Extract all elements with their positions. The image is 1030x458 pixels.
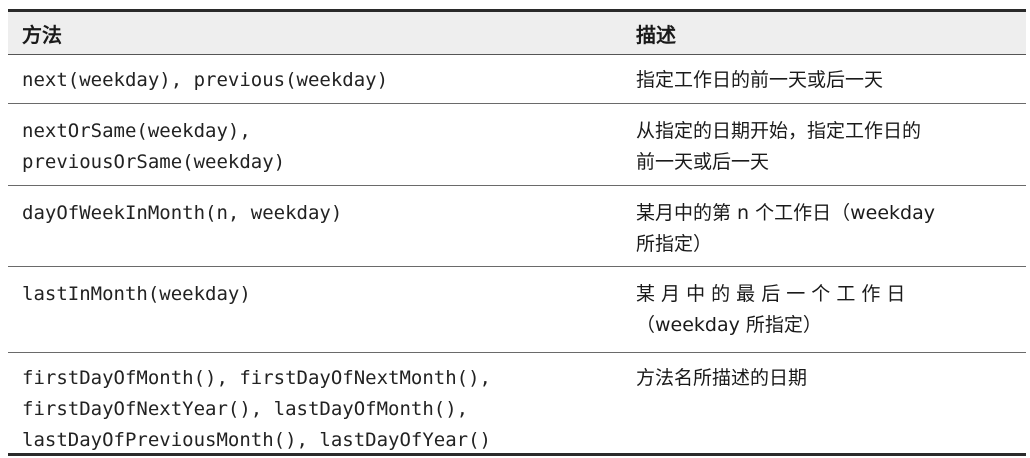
method-cell: firstDayOfMonth(), firstDayOfNextMonth()… <box>8 363 614 453</box>
method-line: firstDayOfMonth(), firstDayOfNextMonth()… <box>22 367 491 389</box>
description-line: 前一天或后一天 <box>636 151 770 173</box>
description-cell: 方法名所描述的日期 <box>614 363 1026 453</box>
method-line: next(weekday), previous(weekday) <box>22 69 389 91</box>
description-cell: 从指定的日期开始，指定工作日的 前一天或后一天 <box>614 116 1026 185</box>
description-line: 指定工作日的前一天或后一天 <box>636 69 884 91</box>
methods-table: 方法 描述 next(weekday), previous(weekday) 指… <box>8 9 1026 456</box>
description-line: 某 月 中 的 最 后 一 个 工 作 日 <box>636 283 906 305</box>
description-line: （weekday 所指定） <box>636 314 822 336</box>
header-description: 描述 <box>636 22 676 47</box>
method-line: lastInMonth(weekday) <box>22 283 251 305</box>
description-line: 从指定的日期开始，指定工作日的 <box>636 120 922 142</box>
table-row: dayOfWeekInMonth(n, weekday) 某月中的第 n 个工作… <box>8 185 1026 266</box>
table-row: nextOrSame(weekday), previousOrSame(week… <box>8 103 1026 185</box>
table-row: firstDayOfMonth(), firstDayOfNextMonth()… <box>8 352 1026 453</box>
method-line: lastDayOfPreviousMonth(), lastDayOfYear(… <box>22 429 491 451</box>
table-row: lastInMonth(weekday) 某 月 中 的 最 后 一 个 工 作… <box>8 266 1026 352</box>
method-cell: dayOfWeekInMonth(n, weekday) <box>8 198 614 266</box>
method-cell: next(weekday), previous(weekday) <box>8 65 614 103</box>
header-method: 方法 <box>22 22 62 47</box>
method-line: dayOfWeekInMonth(n, weekday) <box>22 202 343 224</box>
description-cell: 指定工作日的前一天或后一天 <box>614 65 1026 103</box>
description-cell: 某 月 中 的 最 后 一 个 工 作 日 （weekday 所指定） <box>614 279 1026 352</box>
table-header-row: 方法 描述 <box>8 12 1026 55</box>
method-cell: lastInMonth(weekday) <box>8 279 614 352</box>
description-line: 方法名所描述的日期 <box>636 367 808 389</box>
description-line: 所指定） <box>636 233 713 255</box>
method-line: previousOrSame(weekday) <box>22 151 286 173</box>
method-cell: nextOrSame(weekday), previousOrSame(week… <box>8 116 614 185</box>
description-cell: 某月中的第 n 个工作日（weekday 所指定） <box>614 198 1026 266</box>
method-line: firstDayOfNextYear(), lastDayOfMonth(), <box>22 398 469 420</box>
method-line: nextOrSame(weekday), <box>22 120 251 142</box>
table-row: next(weekday), previous(weekday) 指定工作日的前… <box>8 55 1026 103</box>
description-line: 某月中的第 n 个工作日（weekday <box>636 202 935 224</box>
